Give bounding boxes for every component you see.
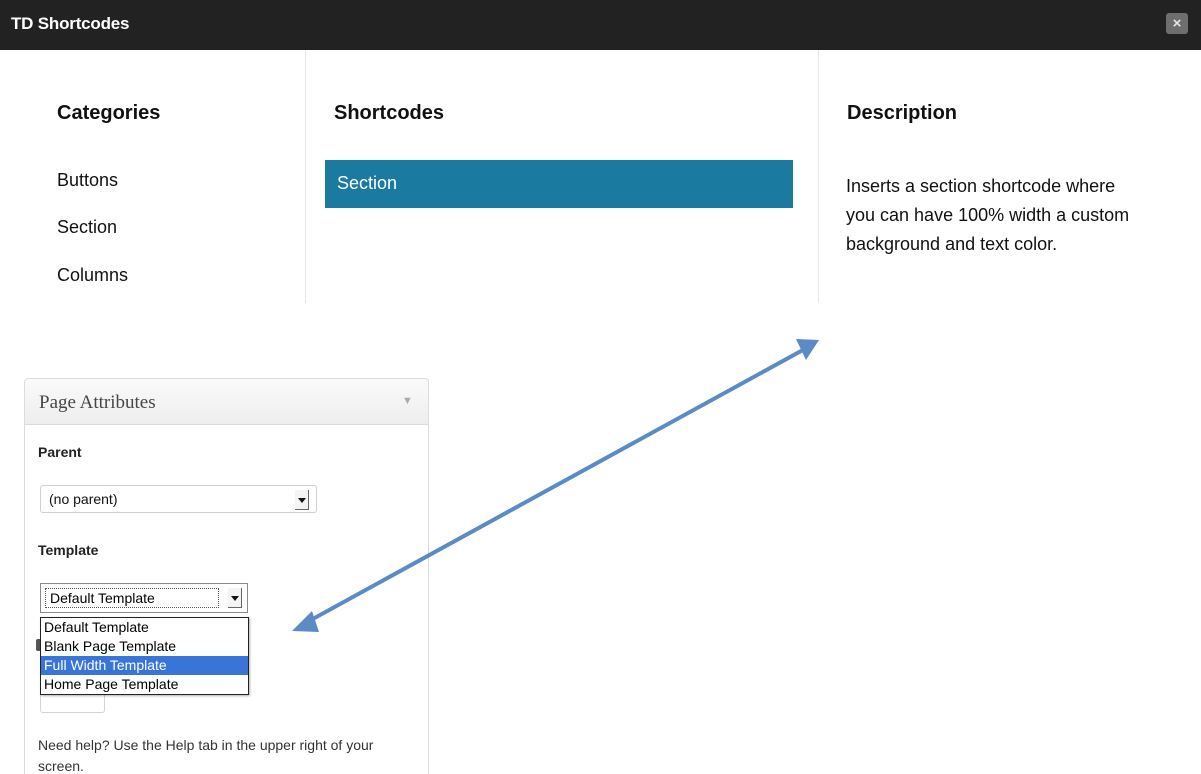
category-item-columns[interactable]: Columns (57, 265, 128, 286)
dialog-titlebar: TD Shortcodes × (0, 0, 1201, 50)
dialog-title: TD Shortcodes (11, 14, 130, 33)
category-item-buttons[interactable]: Buttons (57, 170, 118, 191)
column-divider (305, 50, 306, 303)
chevron-down-icon[interactable] (295, 490, 309, 510)
template-option[interactable]: Default Template (41, 618, 248, 637)
parent-label: Parent (38, 444, 82, 460)
page-attributes-box: Page Attributes ▼ (24, 378, 429, 774)
help-text: Need help? Use the Help tab in the upper… (38, 737, 374, 774)
triangle-down-icon[interactable]: ▼ (402, 395, 413, 407)
parent-select-value: (no parent) (49, 491, 118, 507)
page-attributes-header[interactable]: Page Attributes ▼ (25, 379, 428, 425)
description-heading: Description (847, 102, 958, 124)
template-select-value: Default Template (45, 588, 219, 608)
template-option[interactable]: Blank Page Template (41, 637, 248, 656)
close-icon[interactable]: × (1166, 13, 1188, 34)
column-divider (818, 50, 819, 303)
parent-select[interactable]: (no parent) (40, 485, 317, 513)
template-select[interactable]: Default Template (40, 583, 248, 613)
categories-heading: Categories (57, 102, 161, 124)
shortcodes-heading: Shortcodes (334, 102, 445, 124)
page-attributes-title: Page Attributes (39, 392, 156, 413)
shortcode-item-section[interactable]: Section (325, 160, 793, 208)
template-option[interactable]: Home Page Template (41, 675, 248, 694)
chevron-down-icon[interactable] (228, 588, 242, 608)
description-text: Inserts a section shortcode where you ca… (846, 176, 1130, 254)
template-dropdown-list: Default Template Blank Page Template Ful… (40, 617, 249, 695)
arrow-head-end (796, 339, 819, 360)
template-option-highlighted[interactable]: Full Width Template (41, 656, 248, 675)
template-label: Template (38, 542, 99, 558)
category-item-section[interactable]: Section (57, 217, 117, 238)
